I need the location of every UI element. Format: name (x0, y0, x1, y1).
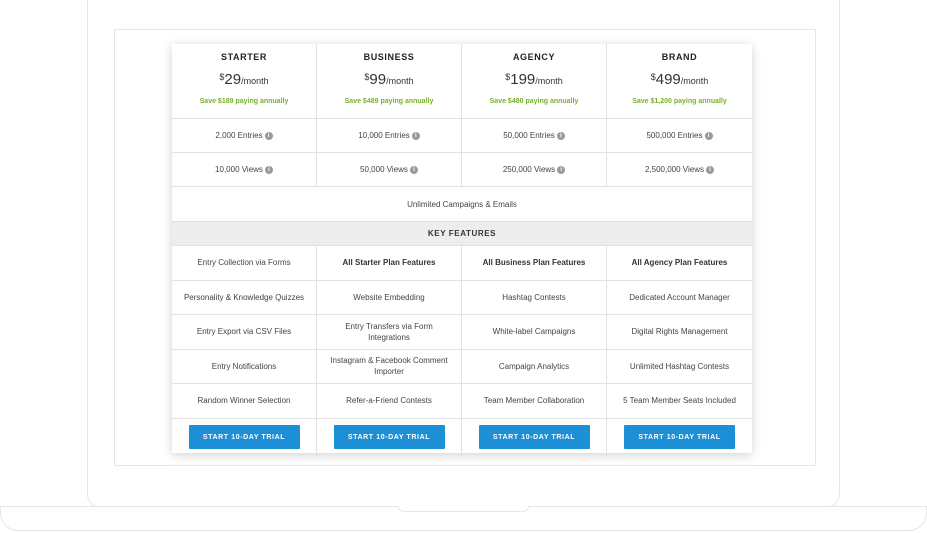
pricing-table: STARTER $29/month Save $189 paying annua… (172, 44, 752, 456)
price-period: /month (386, 76, 414, 86)
views-cell: 250,000 Views i (462, 153, 607, 186)
info-icon[interactable]: i (264, 131, 273, 140)
info-icon[interactable]: i (409, 165, 418, 174)
entries-cell: 10,000 Entries i (317, 119, 462, 152)
price-amount: 99 (369, 71, 387, 88)
entries-value: 500,000 Entries (646, 131, 703, 140)
feature-cell: All Starter Plan Features (317, 246, 462, 280)
price-amount: 29 (224, 71, 242, 88)
feature-cell: Unlimited Hashtag Contests (629, 361, 730, 371)
info-icon[interactable]: i (706, 165, 714, 174)
plan-price: $199/month (505, 72, 563, 87)
plan-name: STARTER (220, 52, 268, 62)
annual-savings: Save $189 paying annually (199, 98, 289, 105)
plan-price: $99/month (364, 72, 413, 87)
entries-cell: 2,000 Entries i (172, 119, 317, 152)
annual-savings: Save $1,200 paying annually (632, 98, 727, 105)
feature-cell: Dedicated Account Manager (629, 292, 730, 302)
plan-name: AGENCY (512, 52, 556, 62)
price-period: /month (680, 76, 709, 86)
info-icon[interactable]: i (704, 131, 713, 140)
start-trial-button-brand[interactable]: START 10-DAY TRIAL (624, 425, 735, 449)
views-value: 50,000 Views (360, 165, 408, 174)
cta-cell: START 10-DAY TRIAL (172, 418, 317, 456)
views-cell: 50,000 Views i (317, 153, 462, 186)
entries-value: 50,000 Entries (503, 131, 555, 140)
laptop-notch (398, 506, 529, 512)
annual-savings: Save $489 paying annually (344, 98, 434, 105)
feature-row: Entry Notifications Instagram & Facebook… (172, 349, 752, 384)
feature-cell: Refer-a-Friend Contests (317, 384, 462, 418)
start-trial-button-starter[interactable]: START 10-DAY TRIAL (188, 425, 300, 449)
views-value: 2,500,000 Views (644, 165, 704, 174)
views-value: 250,000 Views (502, 165, 556, 174)
start-trial-button-agency[interactable]: START 10-DAY TRIAL (478, 425, 590, 449)
unlimited-campaigns-row: Unlimited Campaigns & Emails (172, 187, 752, 222)
plan-agency-header: AGENCY $199/month Save $480 paying annua… (462, 44, 607, 118)
feature-cell: Entry Collection via Forms (172, 246, 317, 280)
feature-cell: Entry Export via CSV Files (172, 315, 317, 349)
feature-cell: Entry Notifications (172, 349, 317, 383)
info-icon[interactable]: i (411, 131, 420, 140)
cta-cell: START 10-DAY TRIAL (462, 418, 607, 456)
views-cell: 10,000 Views i (172, 153, 317, 186)
feature-row: Random Winner Selection Refer-a-Friend C… (172, 384, 752, 419)
feature-cell: White-label Campaigns (462, 315, 607, 349)
entries-value: 2,000 Entries (215, 131, 263, 140)
entries-row: 2,000 Entries i 10,000 Entries i 50,000 En… (172, 119, 752, 153)
key-features-title: KEY FEATURES (427, 229, 497, 238)
price-amount: 499 (655, 71, 681, 88)
feature-cell: Personality & Knowledge Quizzes (172, 280, 317, 314)
plan-price: $29/month (219, 72, 268, 87)
info-icon[interactable]: i (557, 165, 566, 174)
feature-cell: Instagram & Facebook Comment Importer (317, 349, 462, 383)
views-row: 10,000 Views i 50,000 Views i 250,000 View… (172, 153, 752, 187)
annual-savings: Save $480 paying annually (489, 98, 579, 105)
entries-cell: 500,000 Entries i (607, 119, 752, 152)
plan-starter-header: STARTER $29/month Save $189 paying annua… (172, 44, 317, 118)
feature-cell: Random Winner Selection (172, 384, 317, 418)
price-amount: 199 (510, 71, 536, 88)
plan-name: BRAND (661, 52, 698, 62)
unlimited-campaigns-text: Unlimited Campaigns & Emails (407, 199, 517, 209)
feature-cell: Hashtag Contests (462, 280, 607, 314)
views-cell: 2,500,000 Views i (607, 153, 752, 186)
info-icon[interactable]: i (264, 165, 273, 174)
entries-value: 10,000 Entries (358, 131, 410, 140)
feature-cell: Entry Transfers via Form Integrations (317, 315, 462, 349)
price-period: /month (241, 76, 269, 86)
feature-cell: Team Member Collaboration (462, 384, 607, 418)
feature-cell: Campaign Analytics (462, 349, 607, 383)
feature-cell: 5 Team Member Seats Included (623, 396, 736, 406)
plan-business-header: BUSINESS $99/month Save $489 paying annu… (317, 44, 462, 118)
info-icon[interactable]: i (556, 131, 565, 140)
key-features-header: KEY FEATURES (172, 222, 752, 246)
feature-row: Entry Export via CSV Files Entry Transfe… (172, 315, 752, 350)
feature-row: Entry Collection via Forms All Starter P… (172, 246, 752, 281)
feature-cell: All Agency Plan Features (631, 258, 728, 268)
feature-cell: All Business Plan Features (462, 246, 607, 280)
cta-cell: START 10-DAY TRIAL (607, 419, 752, 456)
feature-row: Personality & Knowledge Quizzes Website … (172, 280, 752, 315)
start-trial-button-business[interactable]: START 10-DAY TRIAL (333, 425, 445, 449)
feature-cell: Website Embedding (317, 280, 462, 314)
plan-brand-header: BRAND $499/month Save $1,200 paying annu… (607, 44, 752, 118)
feature-cell: Digital Rights Management (631, 327, 728, 337)
plan-price: $499/month (651, 72, 709, 87)
cta-row: START 10-DAY TRIAL START 10-DAY TRIAL ST… (172, 418, 752, 456)
cta-cell: START 10-DAY TRIAL (317, 418, 462, 456)
plan-header-row: STARTER $29/month Save $189 paying annua… (172, 44, 752, 119)
plan-name: BUSINESS (363, 52, 415, 62)
entries-cell: 50,000 Entries i (462, 119, 607, 152)
views-value: 10,000 Views (215, 165, 263, 174)
price-period: /month (535, 76, 563, 86)
